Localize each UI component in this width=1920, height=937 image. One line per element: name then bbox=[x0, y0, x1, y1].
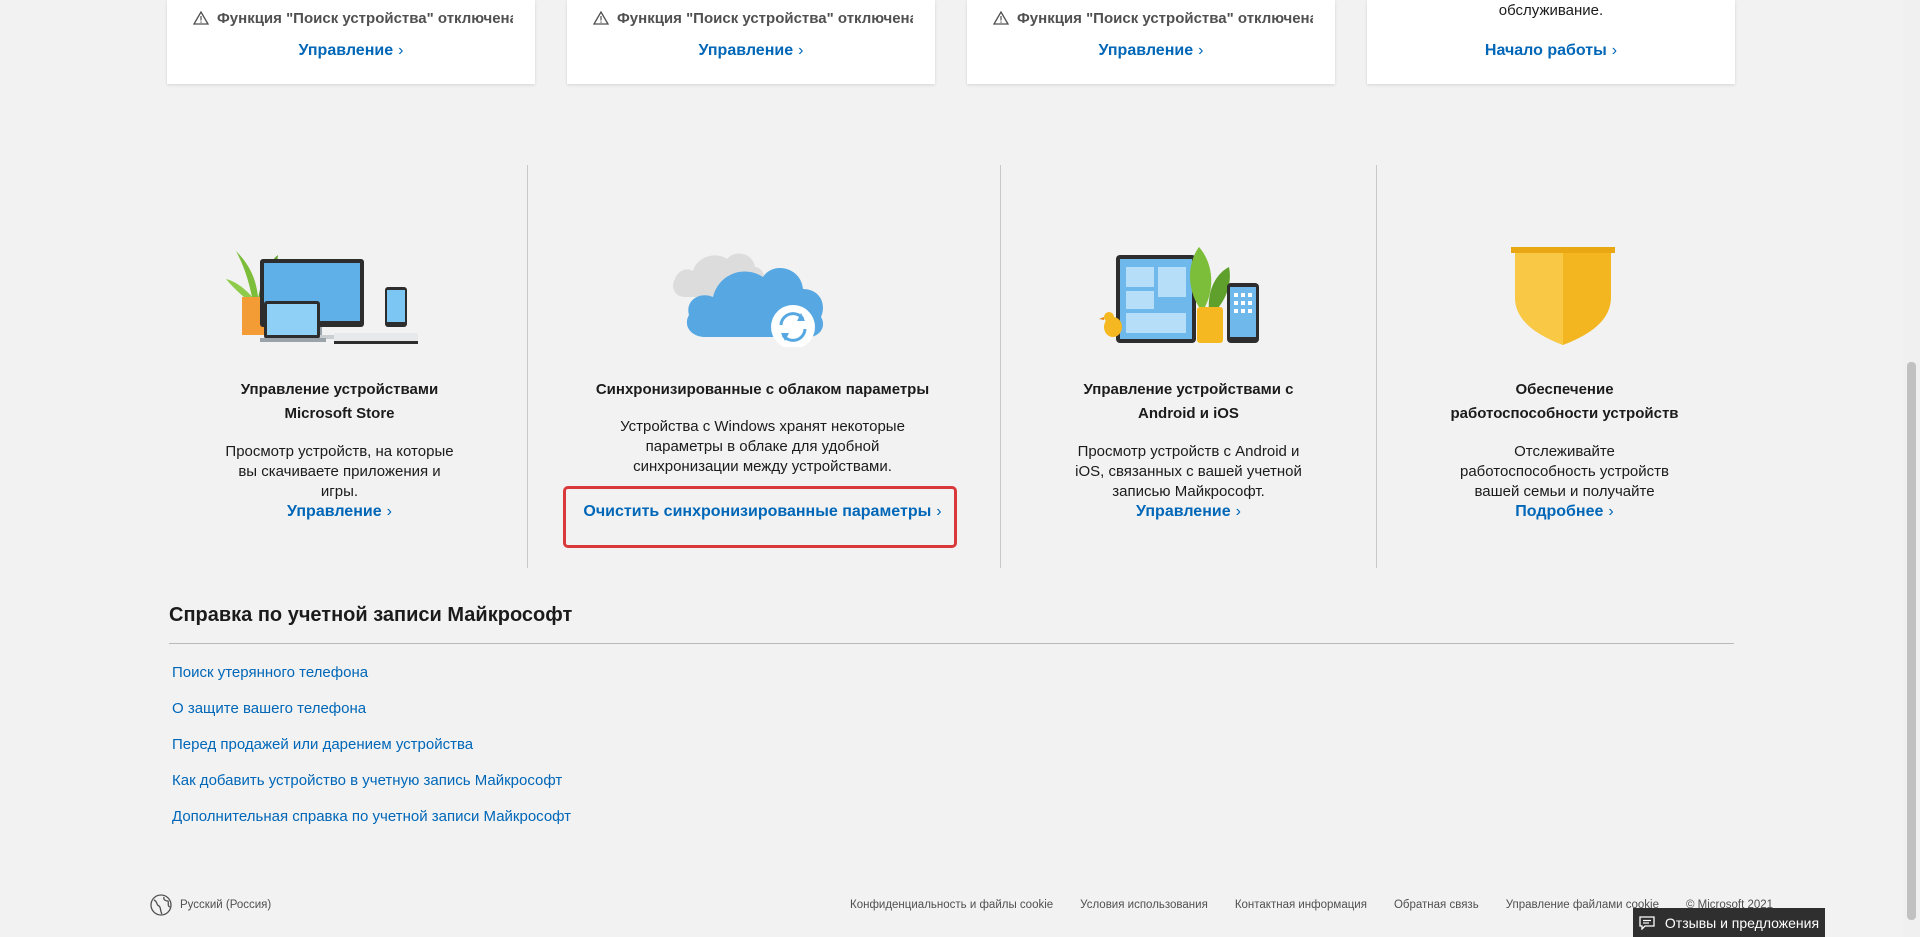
card-description: обслуживание. bbox=[1498, 2, 1604, 19]
footer: Русский (Россия) Конфиденциальность и фа… bbox=[0, 894, 1920, 918]
chevron-right-icon: › bbox=[798, 42, 804, 59]
feature-title-line: Управление устройствами bbox=[240, 381, 439, 398]
manage-store-link[interactable]: Управление › bbox=[152, 503, 527, 521]
chevron-right-icon: › bbox=[1611, 42, 1618, 59]
devices-illustration-icon bbox=[226, 251, 418, 344]
feedback-label[interactable]: Отзывы и предложения bbox=[1665, 915, 1819, 931]
manage-link-2[interactable]: Управление › bbox=[567, 42, 935, 60]
warning-icon bbox=[593, 11, 609, 25]
manage-mobile-link[interactable]: Управление › bbox=[1001, 503, 1376, 521]
chevron-right-icon: › bbox=[1608, 503, 1614, 520]
feedback-button[interactable]: Отзывы и предложения bbox=[1633, 908, 1825, 937]
footer-link-contact[interactable]: Контактная информация bbox=[1235, 899, 1367, 911]
warning-icon bbox=[993, 11, 1009, 25]
feature-description: Устройства с Windows хранят некоторые па… bbox=[595, 417, 930, 477]
chat-bubble-icon bbox=[1639, 915, 1655, 930]
feature-title-line: работоспособности устройств bbox=[1450, 405, 1679, 422]
description-line: работоспособность устройств bbox=[1460, 463, 1669, 480]
feature-title: Синхронизированные с облаком параметры bbox=[575, 378, 950, 402]
feature-title-line: Управление устройствами с bbox=[1083, 381, 1294, 398]
scrollbar-thumb[interactable] bbox=[1907, 362, 1916, 920]
learn-more-link[interactable]: Подробнее › bbox=[1377, 503, 1752, 521]
help-link-more-help[interactable]: Дополнительная справка по учетной записи… bbox=[172, 808, 571, 825]
feature-android-ios: Управление устройствами с Android и iOS … bbox=[1001, 165, 1376, 568]
description-line: Устройства с Windows хранят некоторые bbox=[620, 418, 905, 435]
feature-title: Управление устройствами Microsoft Store bbox=[192, 378, 487, 426]
language-label[interactable]: Русский (Россия) bbox=[180, 899, 271, 911]
help-link-add-device[interactable]: Как добавить устройство в учетную запись… bbox=[172, 772, 562, 789]
feature-title: Управление устройствами с Android и iOS bbox=[1041, 378, 1336, 426]
description-line: записью Майкрософт. bbox=[1112, 483, 1265, 500]
feature-microsoft-store: Управление устройствами Microsoft Store … bbox=[152, 165, 527, 568]
chevron-right-icon: › bbox=[386, 503, 392, 520]
warning-text: Функция "Поиск устройства" отключена bbox=[593, 10, 913, 27]
shield-icon bbox=[1511, 247, 1615, 345]
chevron-right-icon: › bbox=[1235, 503, 1241, 520]
get-started-label[interactable]: Начало работы bbox=[1485, 42, 1607, 59]
description-line: Отслеживайте bbox=[1514, 443, 1615, 460]
highlight-box bbox=[563, 486, 957, 548]
description-line: вашей семьи и получайте bbox=[1474, 483, 1655, 500]
vertical-scrollbar[interactable] bbox=[1903, 0, 1920, 937]
feature-title-line: Обеспечение bbox=[1515, 381, 1614, 398]
help-links-list: Поиск утерянного телефона О защите вашег… bbox=[172, 664, 571, 844]
top-card-2: Функция "Поиск устройства" отключена Упр… bbox=[567, 0, 935, 84]
feature-device-health: Обеспечение работоспособности устройств … bbox=[1377, 165, 1752, 568]
feature-title: Обеспечение работоспособности устройств bbox=[1417, 378, 1712, 426]
feature-title-line: Синхронизированные с облаком параметры bbox=[595, 381, 930, 398]
manage-link-label[interactable]: Управление bbox=[1136, 503, 1231, 520]
language-selector[interactable]: Русский (Россия) bbox=[150, 894, 271, 916]
top-card-1: Функция "Поиск устройства" отключена Упр… bbox=[167, 0, 535, 84]
top-card-3: Функция "Поиск устройства" отключена Упр… bbox=[967, 0, 1335, 84]
footer-link-privacy[interactable]: Конфиденциальность и файлы cookie bbox=[850, 899, 1053, 911]
description-line: игры. bbox=[320, 483, 359, 500]
warning-label: Функция "Поиск устройства" отключена bbox=[617, 10, 913, 27]
mobile-devices-illustration-icon bbox=[1099, 247, 1259, 343]
warning-label: Функция "Поиск устройства" отключена bbox=[217, 10, 513, 27]
description-line: вы скачиваете приложения и bbox=[238, 463, 441, 480]
description-line: параметры в облаке для удобной bbox=[645, 438, 880, 455]
cloud-sync-illustration-icon bbox=[673, 253, 824, 347]
warning-label: Функция "Поиск устройства" отключена bbox=[1017, 10, 1313, 27]
get-started-link[interactable]: Начало работы › bbox=[1367, 42, 1735, 60]
feature-description: Просмотр устройств, на которые вы скачив… bbox=[202, 442, 477, 502]
manage-link-1[interactable]: Управление › bbox=[167, 42, 535, 60]
chevron-right-icon: › bbox=[1198, 42, 1204, 59]
chevron-right-icon: › bbox=[398, 42, 404, 59]
manage-link-label[interactable]: Управление bbox=[699, 42, 794, 59]
feature-title-line: Android и iOS bbox=[1138, 405, 1239, 422]
warning-text: Функция "Поиск устройства" отключена bbox=[993, 10, 1313, 27]
footer-link-terms[interactable]: Условия использования bbox=[1080, 899, 1208, 911]
manage-link-label[interactable]: Управление bbox=[299, 42, 394, 59]
globe-icon bbox=[150, 894, 172, 916]
top-card-4: обслуживание. Начало работы › bbox=[1367, 0, 1735, 84]
description-line: синхронизации между устройствами. bbox=[633, 458, 892, 475]
help-link-protect-phone[interactable]: О защите вашего телефона bbox=[172, 700, 366, 717]
manage-link-3[interactable]: Управление › bbox=[967, 42, 1335, 60]
help-link-find-phone[interactable]: Поиск утерянного телефона bbox=[172, 664, 368, 681]
feature-description: Просмотр устройств с Android и iOS, связ… bbox=[1051, 442, 1326, 502]
help-divider bbox=[169, 643, 1734, 644]
description-line: Просмотр устройств, на которые bbox=[225, 443, 454, 460]
manage-link-label[interactable]: Управление bbox=[287, 503, 382, 520]
warning-icon bbox=[193, 11, 209, 25]
warning-text: Функция "Поиск устройства" отключена bbox=[193, 10, 513, 27]
manage-link-label[interactable]: Управление bbox=[1099, 42, 1194, 59]
help-link-before-selling[interactable]: Перед продажей или дарением устройства bbox=[172, 736, 473, 753]
learn-more-label[interactable]: Подробнее bbox=[1515, 503, 1603, 520]
column-divider bbox=[527, 165, 528, 568]
feature-description: Отслеживайте работоспособность устройств… bbox=[1427, 442, 1702, 502]
description-line: iOS, связанных с вашей учетной bbox=[1075, 463, 1302, 480]
feature-title-line: Microsoft Store bbox=[284, 405, 395, 422]
footer-link-feedback[interactable]: Обратная связь bbox=[1394, 899, 1479, 911]
description-line: Просмотр устройств с Android и bbox=[1077, 443, 1300, 460]
help-section-title: Справка по учетной записи Майкрософт bbox=[169, 604, 573, 626]
